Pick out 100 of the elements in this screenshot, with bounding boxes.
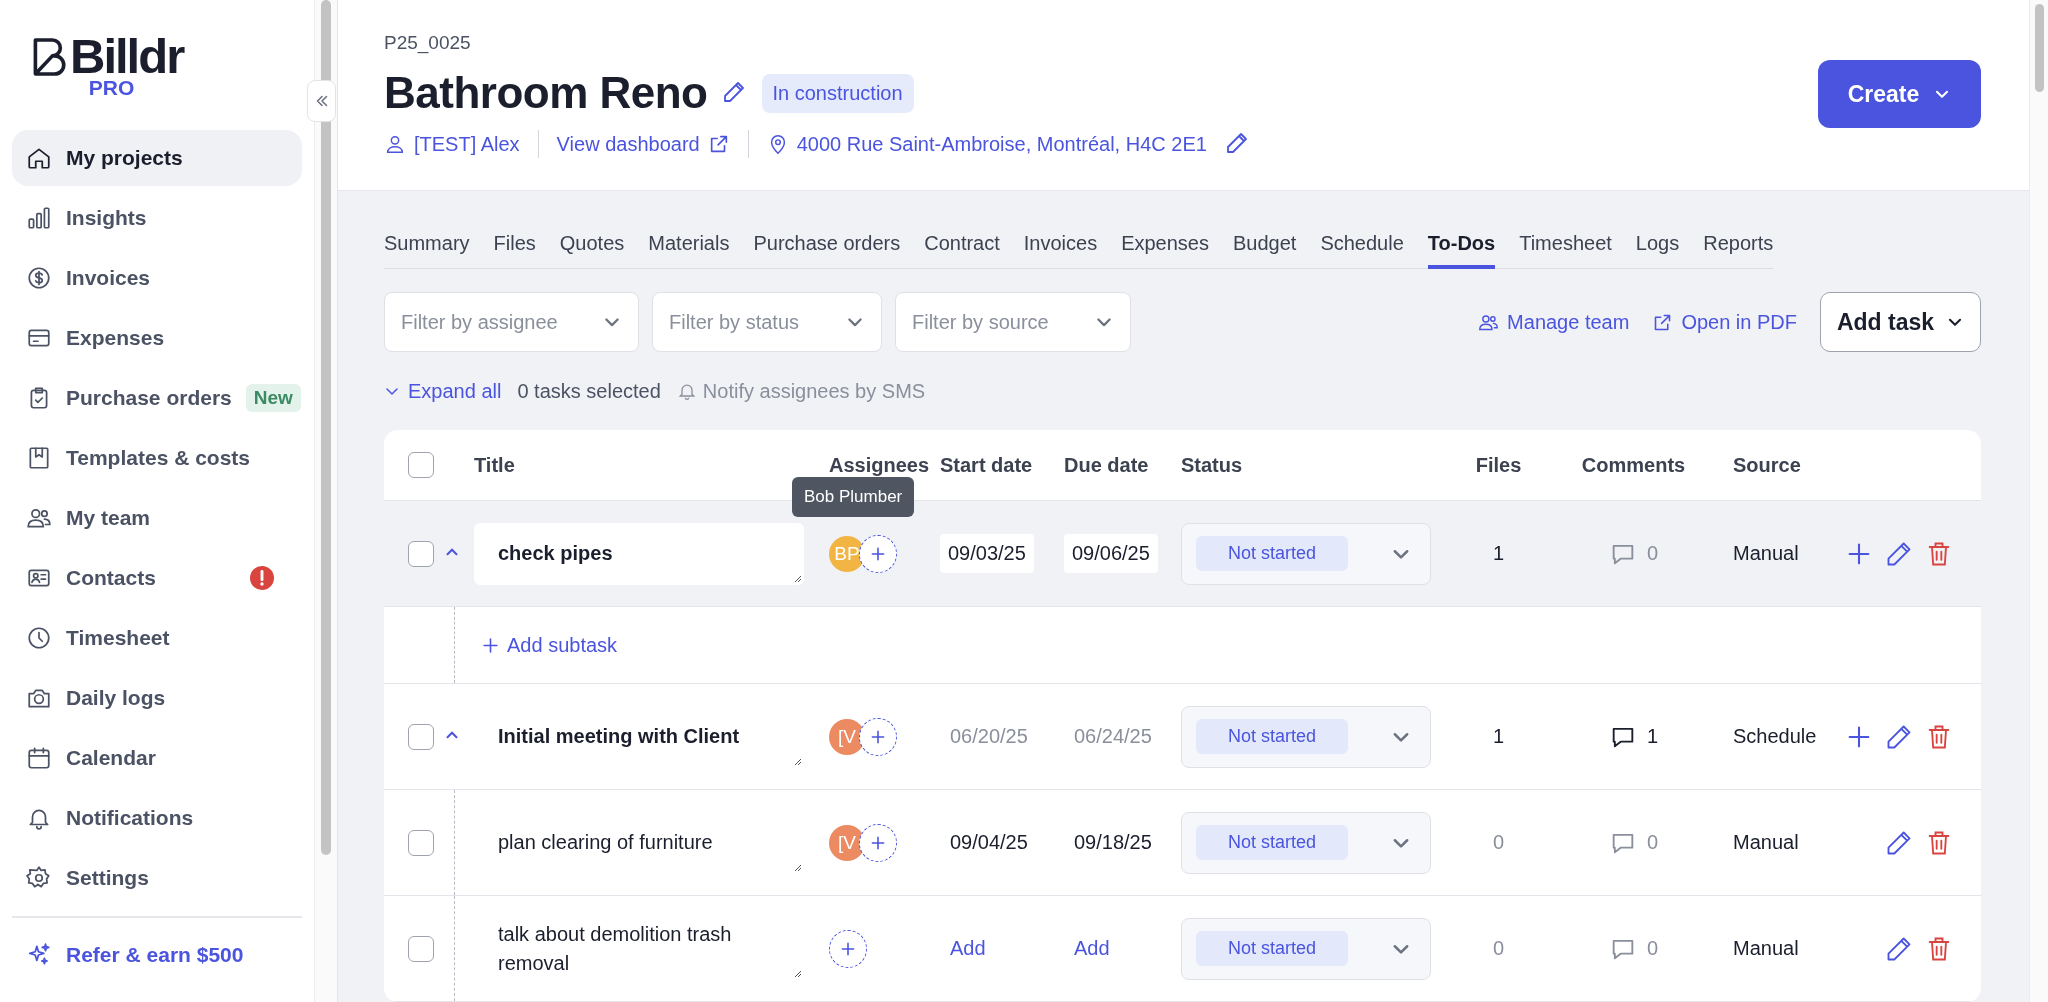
date-field[interactable]: 09/06/25 xyxy=(1064,534,1158,573)
status-label: Not started xyxy=(1196,825,1349,860)
status-dropdown[interactable]: Not started xyxy=(1181,522,1431,585)
tab[interactable]: Timesheet xyxy=(1519,228,1612,269)
tab[interactable]: Reports xyxy=(1703,228,1774,269)
sidebar-label: My projects xyxy=(66,146,183,170)
status-label: Not started xyxy=(1196,719,1349,754)
task-title-field[interactable]: talk about demolition trash removal xyxy=(474,917,804,980)
sidebar-label: Purchase orders xyxy=(66,386,232,410)
open-pdf-link[interactable]: Open in PDF xyxy=(1652,310,1797,334)
status-dropdown[interactable]: Not started xyxy=(1181,917,1431,980)
row-checkbox[interactable] xyxy=(408,935,434,962)
tooltip: Bob Plumber xyxy=(792,477,915,517)
tab[interactable]: Contract xyxy=(924,228,1000,269)
row-checkbox[interactable] xyxy=(408,829,434,856)
add-assignee-button[interactable] xyxy=(859,717,897,756)
tab[interactable]: Schedule xyxy=(1320,228,1404,269)
task-row[interactable]: talk about demolition trash removal Add Add Not started 0 0 Manual xyxy=(384,896,1981,1002)
add-date-link[interactable]: Add xyxy=(1064,937,1110,960)
tab[interactable]: Purchase orders xyxy=(753,228,901,269)
sidebar-label: Daily logs xyxy=(66,686,166,710)
sidebar-item[interactable]: Daily logs xyxy=(12,670,302,726)
refer-link[interactable]: Refer & earn $500 xyxy=(12,928,302,982)
column-header: Comments xyxy=(1581,453,1686,477)
tab[interactable]: Budget xyxy=(1233,228,1297,269)
logo-icon xyxy=(32,36,66,78)
sidebar-label: Contacts xyxy=(66,566,156,590)
status-badge: In construction xyxy=(761,73,914,113)
source-text: Manual xyxy=(1733,831,1799,854)
sidebar-item[interactable]: Purchase orders New xyxy=(12,370,302,426)
sidebar-label: Expenses xyxy=(66,326,165,350)
task-row[interactable]: plan clearing of furniture [V 09/04/25 09/18/25 Not started 0 0 Manual xyxy=(384,790,1981,896)
column-header: Assignees xyxy=(829,453,930,477)
tab[interactable]: Invoices xyxy=(1023,228,1098,269)
task-title-field[interactable]: check pipes xyxy=(474,522,804,585)
tab[interactable]: Files xyxy=(493,228,536,269)
person-icon xyxy=(384,133,406,155)
scrollbar[interactable] xyxy=(321,0,331,855)
sidebar-item[interactable]: Insights xyxy=(12,190,302,246)
expand-all-button[interactable]: Expand all xyxy=(384,379,502,403)
sidebar-item[interactable]: Expenses xyxy=(12,310,302,366)
sidebar-item[interactable]: Contacts xyxy=(12,550,302,606)
calendar-icon xyxy=(26,745,52,771)
column-header: Status xyxy=(1181,453,1243,477)
add-assignee-button[interactable] xyxy=(859,534,897,573)
clock-icon xyxy=(26,625,52,651)
sidebar-item[interactable]: Calendar xyxy=(12,730,302,786)
project-code: P25_0025 xyxy=(384,32,472,54)
add-assignee-button[interactable] xyxy=(859,823,897,862)
add-assignee-button[interactable] xyxy=(829,929,867,968)
tab[interactable]: Summary xyxy=(384,228,470,269)
date-field[interactable]: 09/03/25 xyxy=(940,534,1034,573)
sidebar-item[interactable]: Templates & costs xyxy=(12,430,302,486)
client-link[interactable]: [TEST] Alex xyxy=(384,132,520,156)
source-text: Manual xyxy=(1733,937,1799,960)
manage-team-link[interactable]: Manage team xyxy=(1478,310,1630,334)
create-button[interactable]: Create xyxy=(1818,60,1981,128)
sidebar-label: My team xyxy=(66,506,151,530)
select-all-checkbox[interactable] xyxy=(408,452,434,478)
sidebar-item[interactable]: Timesheet xyxy=(12,610,302,666)
sidebar-item[interactable]: Notifications xyxy=(12,790,302,846)
comment-count: 0 xyxy=(1646,937,1659,960)
add-date-link[interactable]: Add xyxy=(940,937,986,960)
task-row[interactable]: Initial meeting with Client [V 06/20/25 06/24/25 Not started 1 1 Schedule xyxy=(384,684,1981,790)
sidebar-item[interactable]: My projects xyxy=(12,130,302,186)
date-text[interactable]: 09/18/25 xyxy=(1064,831,1152,854)
bar-chart-icon xyxy=(26,205,52,231)
tab[interactable]: Expenses xyxy=(1121,228,1209,269)
sidebar-item[interactable]: Invoices xyxy=(12,250,302,306)
task-title-field[interactable]: Initial meeting with Client xyxy=(474,705,804,768)
add-task-button[interactable]: Add task xyxy=(1820,292,1981,352)
row-checkbox[interactable] xyxy=(408,723,434,750)
settings-icon xyxy=(26,865,52,891)
status-label: Not started xyxy=(1196,931,1349,966)
dashboard-link[interactable]: View dashboard xyxy=(556,132,730,156)
project-title: Bathroom Reno xyxy=(384,68,708,118)
logo-wordmark: Billdr xyxy=(70,34,184,78)
tab[interactable]: Materials xyxy=(648,228,730,269)
tab[interactable]: Logs xyxy=(1635,228,1680,269)
address-link[interactable]: 4000 Rue Saint-Ambroise, Montréal, H4C 2E1 xyxy=(766,132,1207,156)
task-title-field[interactable]: plan clearing of furniture xyxy=(474,811,804,874)
status-dropdown[interactable]: Not started xyxy=(1181,811,1431,874)
row-checkbox[interactable] xyxy=(408,540,434,567)
comment-count: 0 xyxy=(1646,831,1659,854)
source-text: Schedule xyxy=(1733,725,1817,748)
sidebar-item[interactable]: Settings xyxy=(12,850,302,906)
tab[interactable]: To-Dos xyxy=(1427,228,1496,269)
book-icon xyxy=(26,445,52,471)
selected-count: 0 tasks selected xyxy=(517,379,661,403)
date-text[interactable]: 09/04/25 xyxy=(940,831,1028,854)
sidebar-label: Notifications xyxy=(66,806,194,830)
status-dropdown[interactable]: Not started xyxy=(1181,705,1431,768)
plan-label: PRO xyxy=(88,78,135,98)
collapse-sidebar-button[interactable] xyxy=(307,80,336,122)
sidebar-label: Timesheet xyxy=(66,626,170,650)
scrollbar[interactable] xyxy=(2034,4,2044,92)
tab[interactable]: Quotes xyxy=(559,228,625,269)
source-text: Manual xyxy=(1733,542,1799,565)
sidebar-item[interactable]: My team xyxy=(12,490,302,546)
add-subtask-link[interactable]: Add subtask xyxy=(474,633,618,657)
